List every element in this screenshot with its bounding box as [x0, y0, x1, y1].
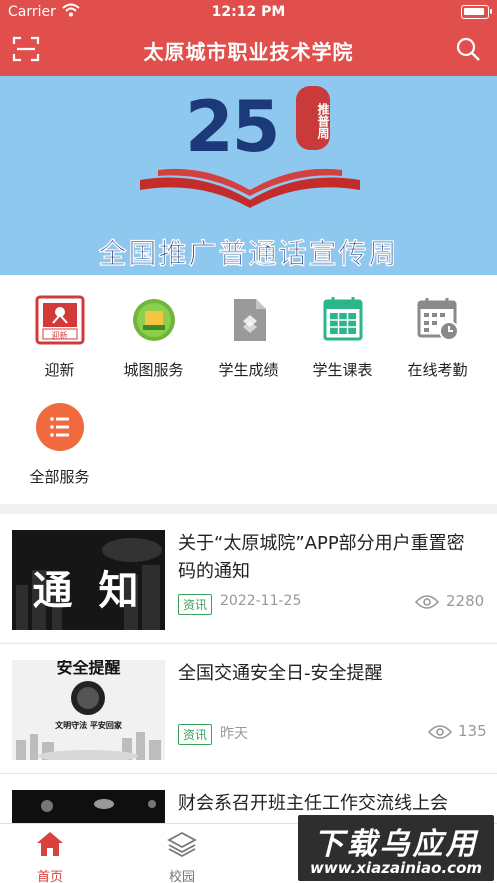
news-date: 昨天 — [220, 726, 248, 742]
news-tag: 资讯 — [178, 724, 213, 745]
tab-label: 首页 — [36, 870, 63, 883]
page-title: 太原城市职业技术学院 — [143, 40, 354, 64]
service-label: 迎新 — [44, 361, 75, 379]
news-title: 全国交通安全日-安全提醒 — [178, 663, 383, 684]
service-library[interactable]: 城图服务 — [104, 295, 203, 380]
grades-icon — [224, 295, 274, 345]
thumbnail-caption-bottom: 文明守法 平安回家 — [55, 721, 122, 730]
thumbnail-caption-top: 安全提醒 — [56, 660, 121, 677]
banner-number: 25 — [185, 86, 280, 168]
welcome-icon: 迎新 — [35, 295, 85, 345]
service-timetable[interactable]: 学生课表 — [293, 295, 392, 380]
service-label: 全部服务 — [29, 468, 90, 486]
watermark-url: www.xiazainiao.com — [309, 859, 483, 877]
tab-campus[interactable]: 校园 — [144, 830, 220, 883]
news-thumbnail: 安全提醒 文明守法 平安回家 — [12, 660, 165, 760]
news-tag: 资讯 — [178, 594, 213, 615]
service-label: 学生成绩 — [218, 361, 279, 379]
news-date: 2022-11-25 — [220, 593, 302, 609]
banner-caption: 全国推广普通话宣传周 — [98, 237, 399, 270]
search-icon[interactable] — [455, 36, 481, 62]
service-label: 学生课表 — [312, 361, 373, 379]
site-watermark: 下载乌应用 www.xiazainiao.com — [298, 815, 494, 881]
app-header: Carrier 12:12 PM 太原城市职业技术学院 — [0, 0, 497, 76]
home-icon — [37, 832, 63, 856]
service-grades[interactable]: 学生成绩 — [199, 295, 298, 380]
service-all[interactable]: 全部服务 — [10, 402, 109, 487]
news-title: 财会系召开班主任工作交流线上会 — [178, 793, 448, 814]
services-grid: 迎新 迎新 城图服务 学生成绩 学生课表 在线考勤 全部服务 — [0, 275, 497, 504]
eye-icon — [428, 725, 452, 739]
eye-icon — [415, 595, 439, 609]
promo-banner[interactable]: 25 推普周 全国推广普通话宣传周 — [0, 76, 497, 275]
service-welcome[interactable]: 迎新 迎新 — [10, 295, 109, 380]
list-icon — [35, 402, 85, 452]
layers-icon — [167, 831, 197, 858]
tab-label: 校园 — [168, 870, 195, 883]
timetable-icon — [318, 295, 368, 345]
news-item[interactable]: 安全提醒 文明守法 平安回家 全国交通安全日-安全提醒 资讯 昨天 135 — [0, 644, 497, 774]
banner-seal: 推普周 — [296, 86, 330, 150]
battery-icon — [461, 5, 492, 19]
status-bar: Carrier 12:12 PM — [0, 0, 497, 24]
news-item[interactable]: 通 知 关于“太原城院”APP部分用户重置密码的通知 资讯 2022-11-25… — [0, 514, 497, 644]
clock: 12:12 PM — [211, 4, 286, 20]
watermark-title: 下载乌应用 — [313, 827, 479, 862]
section-divider — [0, 504, 497, 514]
service-attendance[interactable]: 在线考勤 — [388, 295, 487, 380]
tab-home[interactable]: 首页 — [12, 830, 88, 883]
news-views: 135 — [458, 722, 487, 740]
library-icon — [129, 295, 179, 345]
service-label: 城图服务 — [123, 361, 184, 379]
open-book-graphic — [140, 168, 360, 208]
attendance-icon — [413, 295, 463, 345]
news-views: 2280 — [446, 592, 485, 610]
news-thumbnail: 通 知 — [12, 530, 165, 630]
service-label: 在线考勤 — [407, 361, 468, 379]
welcome-badge-text: 迎新 — [51, 331, 68, 340]
news-title: 关于“太原城院”APP部分用户重置密码的通知 — [178, 533, 465, 582]
thumbnail-caption: 通 知 — [32, 568, 145, 614]
